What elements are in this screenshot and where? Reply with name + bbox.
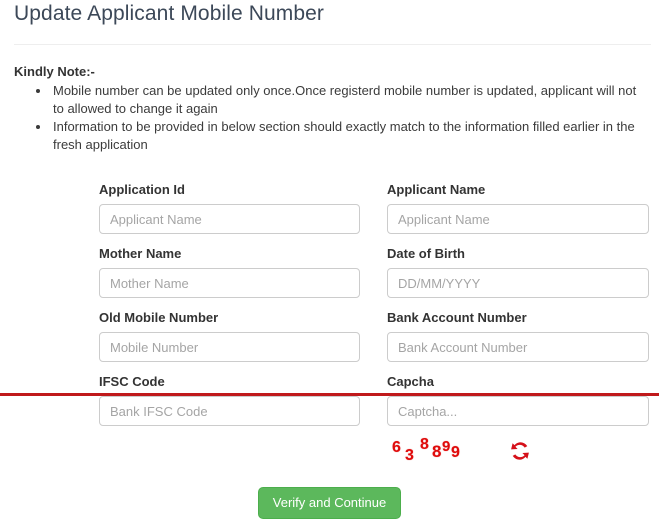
form-row: Old Mobile Number Bank Account Number: [0, 310, 659, 374]
form-row: Mother Name Date of Birth: [0, 246, 659, 310]
capcha-input[interactable]: [387, 396, 649, 426]
date-of-birth-input[interactable]: [387, 268, 649, 298]
captcha-digit: 8: [432, 442, 442, 461]
field-applicant-name: Applicant Name: [387, 182, 649, 234]
form-row: IFSC Code Capcha: [0, 374, 659, 438]
field-label-application-id: Application Id: [99, 182, 185, 197]
captcha-digit: 6: [392, 439, 401, 456]
field-label-applicant-name: Applicant Name: [387, 182, 486, 197]
captcha-digit: 9: [442, 438, 451, 455]
ifsc-code-input[interactable]: [99, 396, 360, 426]
field-label-old-mobile-number: Old Mobile Number: [99, 310, 219, 325]
field-bank-account-number: Bank Account Number: [387, 310, 649, 362]
applicant-name-input[interactable]: [387, 204, 649, 234]
captcha-image: 6 3 8 8 9 9: [392, 436, 492, 468]
form-area: Application Id Applicant Name Mother Nam…: [0, 182, 659, 438]
field-label-ifsc-code: IFSC Code: [99, 374, 165, 389]
red-horizontal-rule: [0, 393, 659, 396]
field-label-bank-account-number: Bank Account Number: [387, 310, 527, 325]
captcha-area: 6 3 8 8 9 9: [387, 436, 649, 470]
field-old-mobile-number: Old Mobile Number: [99, 310, 360, 362]
captcha-digit: 8: [420, 436, 429, 453]
field-ifsc-code: IFSC Code: [99, 374, 360, 426]
captcha-digit: 9: [451, 444, 460, 461]
form-row: Application Id Applicant Name: [0, 182, 659, 246]
notes-list: Mobile number can be updated only once.O…: [14, 82, 650, 153]
note-item: Mobile number can be updated only once.O…: [51, 82, 650, 117]
title-divider: [14, 44, 651, 45]
application-id-input[interactable]: [99, 204, 360, 234]
field-label-mother-name: Mother Name: [99, 246, 182, 261]
bank-account-number-input[interactable]: [387, 332, 649, 362]
kindly-note-block: Kindly Note:- Mobile number can be updat…: [14, 64, 650, 154]
field-capcha: Capcha: [387, 374, 649, 426]
verify-and-continue-button[interactable]: Verify and Continue: [257, 487, 402, 519]
field-application-id: Application Id: [99, 182, 360, 234]
field-mother-name: Mother Name: [99, 246, 360, 298]
field-label-capcha: Capcha: [387, 374, 434, 389]
notes-heading: Kindly Note:-: [14, 64, 95, 79]
old-mobile-number-input[interactable]: [99, 332, 360, 362]
page-title: Update Applicant Mobile Number: [14, 2, 325, 25]
submit-area: Verify and Continue: [0, 487, 659, 519]
field-label-date-of-birth: Date of Birth: [387, 246, 465, 261]
captcha-digit: 3: [405, 447, 414, 464]
mother-name-input[interactable]: [99, 268, 360, 298]
note-item: Information to be provided in below sect…: [51, 118, 650, 153]
refresh-icon[interactable]: [507, 438, 533, 464]
field-date-of-birth: Date of Birth: [387, 246, 649, 298]
